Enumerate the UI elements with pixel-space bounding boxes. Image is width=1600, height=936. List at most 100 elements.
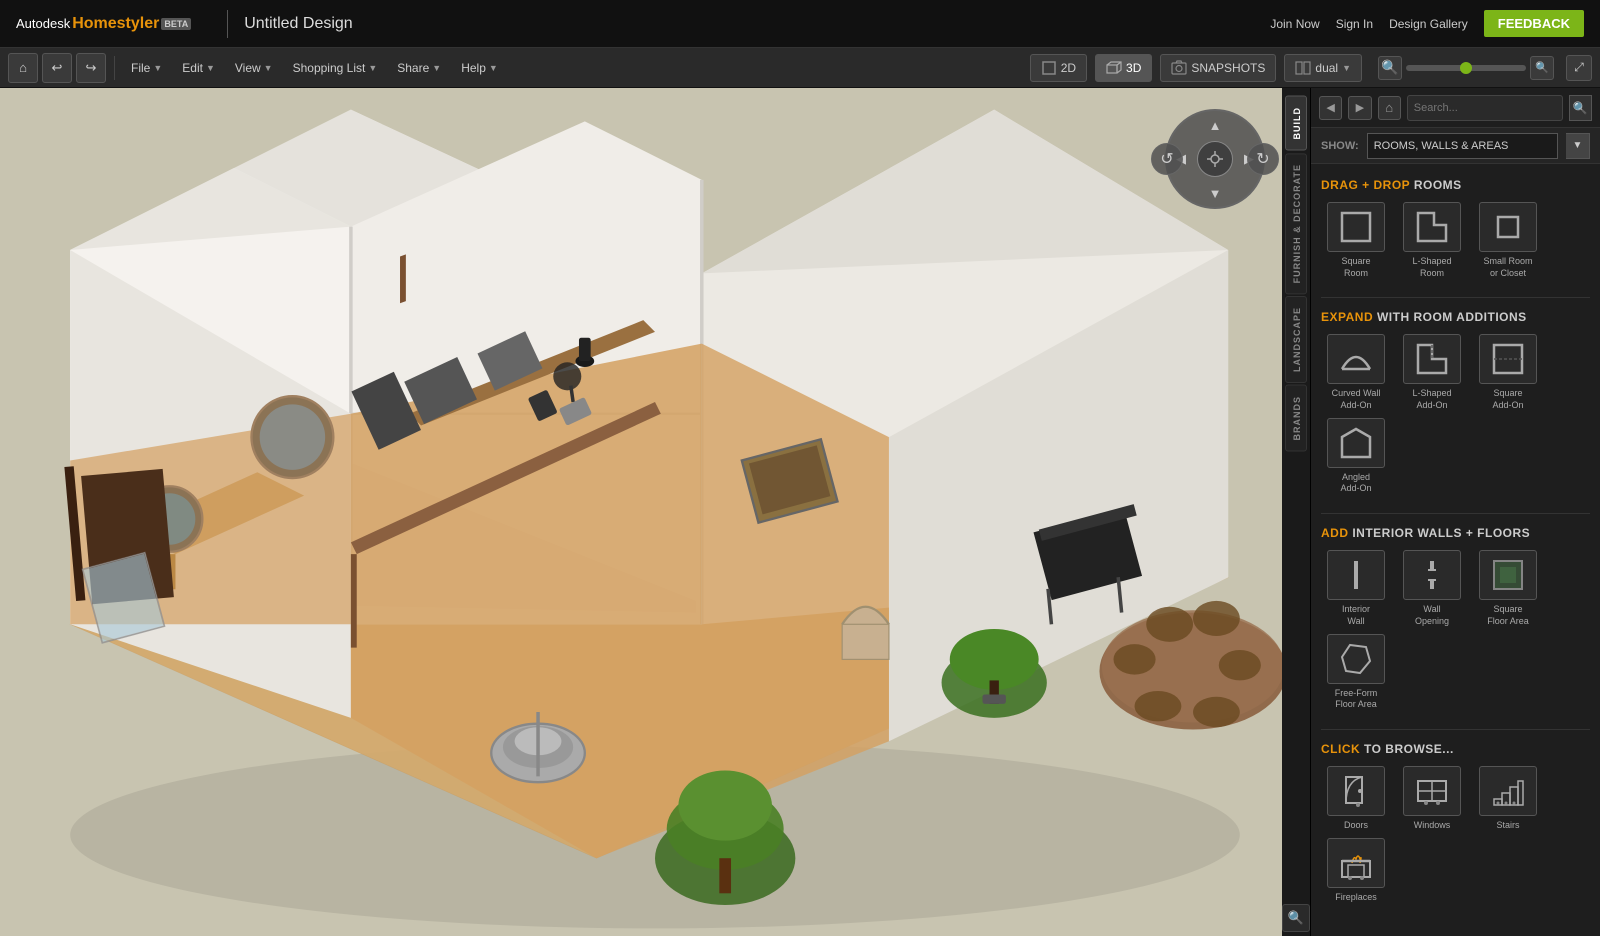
3d-viewport[interactable]: ▲ ▼ ◀ ▶ ↺ ↻ bbox=[0, 88, 1310, 936]
l-shaped-room-item[interactable]: L-ShapedRoom bbox=[1397, 202, 1467, 279]
panel-search-icon[interactable]: 🔍 bbox=[1282, 904, 1310, 932]
rotate-right-button[interactable]: ↻ bbox=[1247, 143, 1279, 175]
rotate-left-button[interactable]: ↺ bbox=[1151, 143, 1183, 175]
expand-section: EXPAND WITH ROOM ADDITIONS Curved WallAd… bbox=[1321, 310, 1590, 495]
edit-menu[interactable]: Edit ▼ bbox=[174, 54, 223, 82]
top-right-links: Join Now Sign In Design Gallery FEEDBACK bbox=[1270, 10, 1584, 37]
3d-button[interactable]: 3D bbox=[1095, 54, 1152, 82]
small-room-label: Small Roomor Closet bbox=[1483, 256, 1532, 279]
angled-add-on-item[interactable]: AngledAdd-On bbox=[1321, 418, 1391, 495]
browse-suffix: TO BROWSE... bbox=[1364, 742, 1454, 756]
share-menu[interactable]: Share ▼ bbox=[389, 54, 449, 82]
curved-wall-label: Curved WallAdd-On bbox=[1332, 388, 1381, 411]
zoom-in-button[interactable]: 🔍 bbox=[1530, 56, 1554, 80]
2d-label: 2D bbox=[1061, 61, 1076, 75]
panel-forward-button[interactable]: ▶ bbox=[1348, 96, 1371, 120]
l-add-on-label: L-ShapedAdd-On bbox=[1412, 388, 1451, 411]
l-add-on-item[interactable]: L-ShapedAdd-On bbox=[1397, 334, 1467, 411]
2d-button[interactable]: 2D bbox=[1030, 54, 1087, 82]
wall-opening-icon bbox=[1403, 550, 1461, 600]
drag-drop-highlight: DRAG + DROP bbox=[1321, 178, 1410, 192]
join-now-link[interactable]: Join Now bbox=[1270, 17, 1319, 31]
expand-suffix: WITH ROOM ADDITIONS bbox=[1377, 310, 1527, 324]
redo-button[interactable]: ↪ bbox=[76, 53, 106, 83]
snapshots-button[interactable]: SNAPSHOTS bbox=[1160, 54, 1276, 82]
windows-icon bbox=[1403, 766, 1461, 816]
view-menu[interactable]: View ▼ bbox=[227, 54, 281, 82]
small-room-item[interactable]: Small Roomor Closet bbox=[1473, 202, 1543, 279]
doors-item[interactable]: Doors bbox=[1321, 766, 1391, 832]
fireplaces-icon bbox=[1327, 838, 1385, 888]
toolbar: ⌂ ↩ ↪ File ▼ Edit ▼ View ▼ Shopping List… bbox=[0, 48, 1600, 88]
zoom-slider[interactable] bbox=[1406, 65, 1526, 71]
file-menu[interactable]: File ▼ bbox=[123, 54, 170, 82]
zoom-thumb bbox=[1460, 62, 1472, 74]
shopping-list-menu[interactable]: Shopping List ▼ bbox=[285, 54, 386, 82]
panel-content: DRAG + DROP ROOMS SquareRoom bbox=[1311, 164, 1600, 936]
sq-floor-icon bbox=[1479, 550, 1537, 600]
ff-floor-item[interactable]: Free-FormFloor Area bbox=[1321, 634, 1391, 711]
sign-in-link[interactable]: Sign In bbox=[1336, 17, 1373, 31]
dual-arrow: ▼ bbox=[1342, 63, 1351, 73]
fullscreen-button[interactable]: ⤢ bbox=[1566, 55, 1592, 81]
show-label: SHOW: bbox=[1321, 140, 1359, 152]
panel-home-button[interactable]: ⌂ bbox=[1378, 96, 1401, 120]
ff-floor-label: Free-FormFloor Area bbox=[1335, 688, 1378, 711]
fireplaces-item[interactable]: Fireplaces bbox=[1321, 838, 1391, 904]
interior-suffix: INTERIOR WALLS + FLOORS bbox=[1352, 526, 1530, 540]
sq-add-on-label: SquareAdd-On bbox=[1492, 388, 1523, 411]
furnish-tab[interactable]: FURNISH & DECORATE bbox=[1285, 153, 1307, 294]
app-logo: Autodesk Homestyler BETA bbox=[16, 15, 191, 33]
shopping-arrow: ▼ bbox=[368, 63, 377, 73]
help-menu[interactable]: Help ▼ bbox=[453, 54, 506, 82]
show-dropdown-arrow[interactable]: ▼ bbox=[1566, 133, 1590, 159]
section-divider-2 bbox=[1321, 513, 1590, 514]
show-row: SHOW: ROOMS, WALLS & AREAS ▼ bbox=[1311, 128, 1600, 164]
zoom-controls: 🔍 🔍 bbox=[1378, 56, 1554, 80]
panel-back-button[interactable]: ◀ bbox=[1319, 96, 1342, 120]
browse-grid: Doors Windows bbox=[1321, 766, 1590, 903]
view-modes: 2D 3D SNAPSHOTS bbox=[1030, 54, 1592, 82]
brands-tab[interactable]: BRANDS bbox=[1285, 385, 1307, 452]
sq-add-on-item[interactable]: SquareAdd-On bbox=[1473, 334, 1543, 411]
nav-down-button[interactable]: ▼ bbox=[1205, 183, 1225, 203]
build-tab[interactable]: BUILD bbox=[1285, 96, 1307, 151]
home-button[interactable]: ⌂ bbox=[8, 53, 38, 83]
drag-drop-suffix: ROOMS bbox=[1414, 178, 1462, 192]
nav-ring: ▲ ▼ ◀ ▶ ↺ ↻ bbox=[1165, 109, 1265, 209]
navigation-widget: ▲ ▼ ◀ ▶ ↺ ↻ bbox=[1160, 104, 1270, 214]
right-panel: ◀ ▶ ⌂ 🔍 SHOW: ROOMS, WALLS & AREAS ▼ DRA… bbox=[1310, 88, 1600, 936]
expand-grid: Curved WallAdd-On L-ShapedAdd-On bbox=[1321, 334, 1590, 495]
design-gallery-link[interactable]: Design Gallery bbox=[1389, 17, 1468, 31]
show-dropdown[interactable]: ROOMS, WALLS & AREAS bbox=[1367, 133, 1558, 159]
zoom-out-button[interactable]: 🔍 bbox=[1378, 56, 1402, 80]
feedback-button[interactable]: FEEDBACK bbox=[1484, 10, 1584, 37]
undo-button[interactable]: ↩ bbox=[42, 53, 72, 83]
landscape-tab[interactable]: LANDSCAPE bbox=[1285, 296, 1307, 383]
doors-label: Doors bbox=[1344, 820, 1368, 832]
interior-wall-icon bbox=[1327, 550, 1385, 600]
file-arrow: ▼ bbox=[153, 63, 162, 73]
drag-drop-section: DRAG + DROP ROOMS SquareRoom bbox=[1321, 178, 1590, 279]
angled-add-on-label: AngledAdd-On bbox=[1340, 472, 1371, 495]
panel-search-input[interactable] bbox=[1407, 95, 1563, 121]
dual-button[interactable]: dual ▼ bbox=[1284, 54, 1362, 82]
browse-section: CLICK TO BROWSE... bbox=[1321, 742, 1590, 903]
browse-title: CLICK TO BROWSE... bbox=[1321, 742, 1590, 756]
house-scene-svg bbox=[0, 88, 1310, 936]
interior-grid: InteriorWall WallOpening bbox=[1321, 550, 1590, 711]
square-room-item[interactable]: SquareRoom bbox=[1321, 202, 1391, 279]
wall-opening-item[interactable]: WallOpening bbox=[1397, 550, 1467, 627]
interior-wall-item[interactable]: InteriorWall bbox=[1321, 550, 1391, 627]
drag-drop-grid: SquareRoom L-ShapedRoom bbox=[1321, 202, 1590, 279]
section-divider-1 bbox=[1321, 297, 1590, 298]
windows-item[interactable]: Windows bbox=[1397, 766, 1467, 832]
curved-wall-item[interactable]: Curved WallAdd-On bbox=[1321, 334, 1391, 411]
nav-up-button[interactable]: ▲ bbox=[1205, 115, 1225, 135]
interior-title: ADD INTERIOR WALLS + FLOORS bbox=[1321, 526, 1590, 540]
square-room-icon bbox=[1327, 202, 1385, 252]
panel-search-submit[interactable]: 🔍 bbox=[1569, 95, 1592, 121]
sq-floor-item[interactable]: SquareFloor Area bbox=[1473, 550, 1543, 627]
stairs-item[interactable]: Stairs bbox=[1473, 766, 1543, 832]
stairs-label: Stairs bbox=[1496, 820, 1519, 832]
